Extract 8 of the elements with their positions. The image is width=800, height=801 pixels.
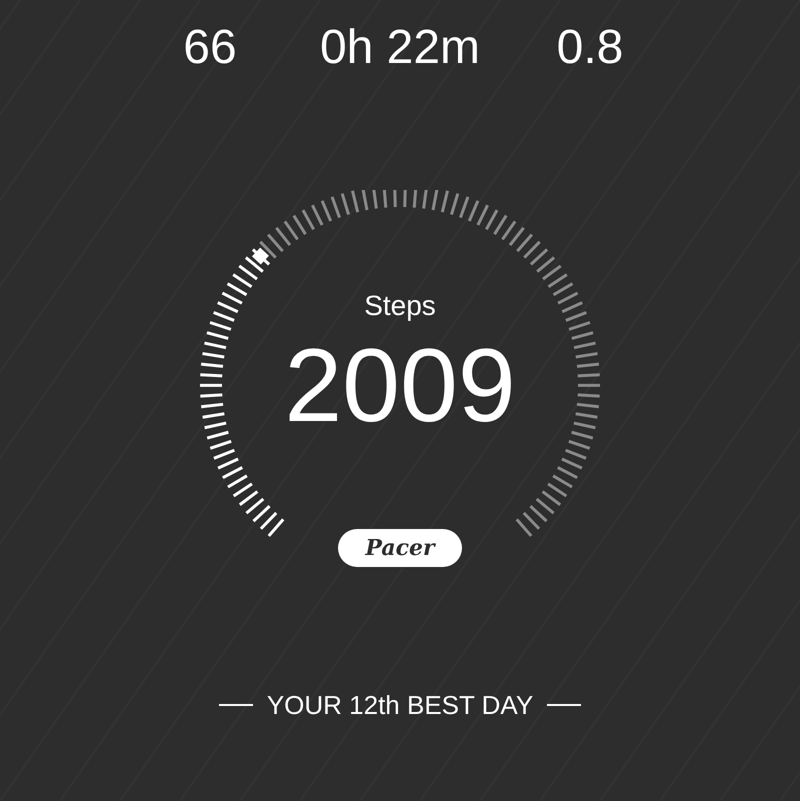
steps-label: Steps — [364, 290, 436, 322]
stat-value: 66 — [183, 20, 237, 76]
best-day-caption: YOUR 12th BEST DAY — [266, 690, 534, 720]
brand-logo: Pacer — [338, 529, 462, 567]
progress-marker-icon — [252, 248, 269, 265]
stat-value: 0.8 — [556, 20, 624, 76]
stat-value: 0h 22m — [320, 20, 480, 76]
steps-count: 2009 — [284, 334, 516, 438]
